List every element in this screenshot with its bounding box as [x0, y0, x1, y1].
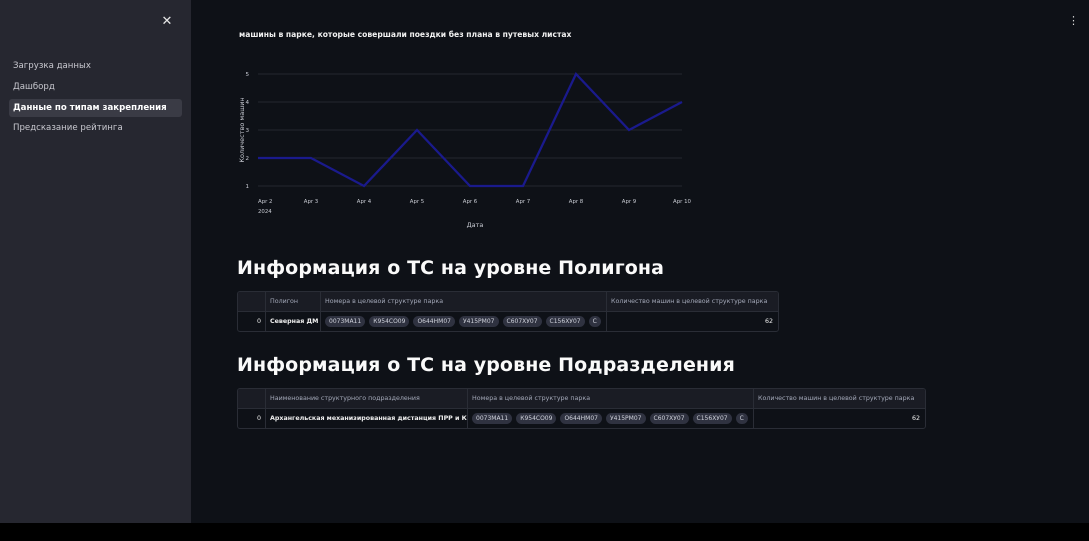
vehicle-number-chip: К954СО09: [516, 412, 557, 424]
sidebar-nav: Загрузка данных Дашборд Данные по типам …: [9, 57, 182, 140]
row-subdivision-name: Архангельская механизированная дистанция…: [266, 409, 468, 428]
x-tick-label: Apr 9: [622, 199, 637, 205]
x-tick-label: Apr 7: [516, 199, 530, 205]
row-numbers-chips: 0073МА11 К954СО09 О644НМ07 У415РМ07 С607ХУ07…: [468, 409, 754, 428]
row-numbers-chips: 0073МА11 К954СО09 О644НМ07 У415РМ07 С607ХУ07…: [321, 312, 607, 331]
main-content: ⋮ машины в парке, которые совершали поез…: [191, 0, 1089, 523]
row-count: 62: [911, 415, 920, 422]
x-tick-label: Apr 8: [569, 199, 584, 205]
sidebar-item-data-upload[interactable]: Загрузка данных: [9, 57, 182, 75]
x-axis-label: Дата: [467, 221, 484, 229]
sidebar-item-dashboard[interactable]: Дашборд: [9, 78, 182, 96]
vehicle-number-chip: 0073МА11: [472, 412, 513, 424]
table-header-count[interactable]: Количество машин в целевой структуре пар…: [607, 292, 778, 311]
vehicle-number-chip: С: [735, 412, 748, 424]
x-tick-label: Apr 4: [357, 199, 372, 205]
vehicle-number-chip: С156ХУ07: [545, 315, 585, 327]
table-header-numbers[interactable]: Номера в целевой структуре парка: [468, 389, 754, 408]
vehicle-number-chip: С607ХУ07: [502, 315, 542, 327]
sidebar-item-assignment-types[interactable]: Данные по типам закрепления: [9, 98, 182, 117]
x-tick-label: Apr 10: [673, 199, 691, 205]
section-title-polygon: Информация о ТС на уровне Полигона: [237, 257, 665, 279]
table-header-index: [238, 292, 266, 311]
table-header-row: Наименование структурного подразделения …: [238, 389, 925, 409]
section-title-subdivision: Информация о ТС на уровне Подразделения: [237, 354, 735, 376]
sidebar: ✕ Загрузка данных Дашборд Данные по типа…: [0, 0, 191, 523]
table-row[interactable]: 0 Северная ДМ 0073МА11 К954СО09 О644НМ07 У4…: [238, 312, 778, 331]
close-icon[interactable]: ✕: [160, 14, 174, 30]
vehicle-number-chip: К954СО09: [369, 315, 410, 327]
table-header-polygon[interactable]: Полигон: [266, 292, 321, 311]
y-tick-label: 4: [245, 100, 249, 106]
table-header-subdivision[interactable]: Наименование структурного подразделения: [266, 389, 468, 408]
vehicle-number-chip: О644НМ07: [560, 412, 602, 424]
x-tick-label: Apr 5: [410, 199, 424, 205]
vehicle-number-chip: С: [588, 315, 601, 327]
row-polygon-name: Северная ДМ: [266, 312, 321, 331]
y-tick-label: 5: [245, 72, 249, 78]
x-tick-label: Apr 2: [258, 199, 272, 205]
row-index: 0: [238, 409, 266, 428]
y-tick-label: 1: [245, 184, 249, 190]
subdivision-table[interactable]: Наименование структурного подразделения …: [237, 388, 926, 429]
x-tick-year-label: 2024: [258, 209, 272, 215]
table-header-row: Полигон Номера в целевой структуре парка…: [238, 292, 778, 312]
x-tick-label: Apr 3: [304, 199, 318, 205]
vehicle-number-chip: С607ХУ07: [649, 412, 689, 424]
x-tick-label: Apr 6: [463, 199, 478, 205]
vehicle-number-chip: С156ХУ07: [692, 412, 732, 424]
line-chart: 12345Apr 2 Apr 3 Apr 4 Apr 5 Apr 6 Apr 7 Apr 8…: [238, 71, 692, 229]
row-index: 0: [238, 312, 266, 331]
polygon-table[interactable]: Полигон Номера в целевой структуре парка…: [237, 291, 779, 332]
sidebar-item-rating-prediction[interactable]: Предсказание рейтинга: [9, 119, 182, 137]
vehicle-number-chip: О644НМ07: [413, 315, 455, 327]
vehicle-number-chip: 0073МА11: [325, 315, 366, 327]
table-header-count[interactable]: Количество машин в целевой структуре пар…: [754, 389, 925, 408]
table-row[interactable]: 0 Архангельская механизированная дистанц…: [238, 409, 925, 428]
vehicle-number-chip: У415РМ07: [605, 412, 646, 424]
table-header-numbers[interactable]: Номера в целевой структуре парка: [321, 292, 607, 311]
row-count: 62: [764, 318, 773, 325]
y-tick-label: 3: [245, 128, 249, 134]
main-menu-icon[interactable]: ⋮: [1068, 14, 1079, 27]
table-header-index: [238, 389, 266, 408]
y-axis-label: Количество машин: [238, 97, 246, 162]
vehicle-number-chip: У415РМ07: [458, 315, 499, 327]
